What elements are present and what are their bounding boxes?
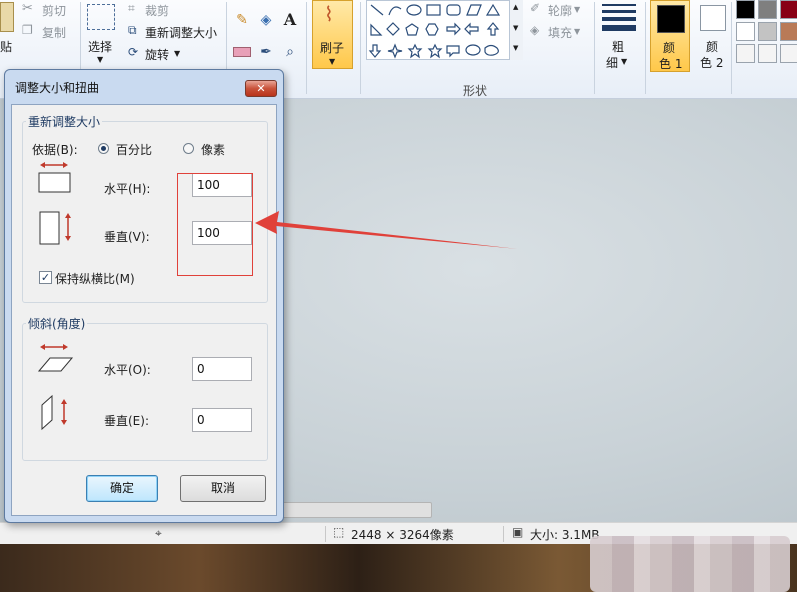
annotation-arrow-icon xyxy=(255,211,518,249)
